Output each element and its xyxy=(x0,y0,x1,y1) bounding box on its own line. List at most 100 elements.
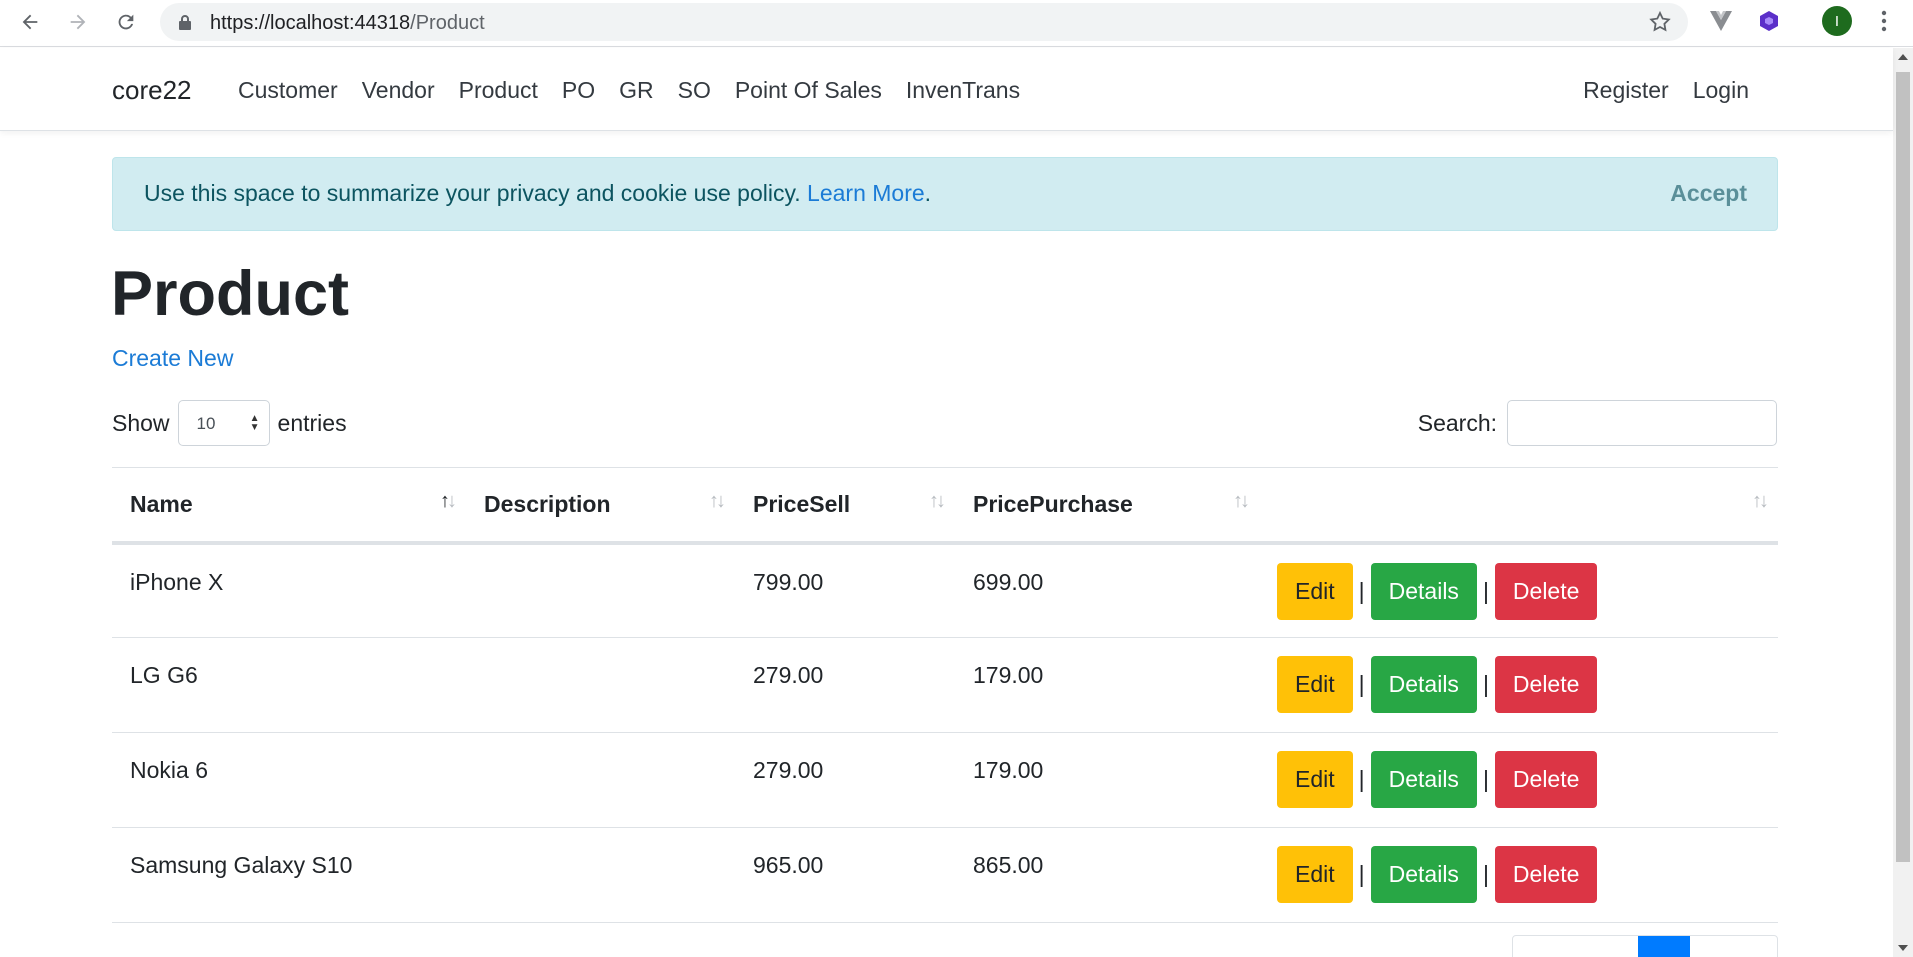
cell-actions: Edit | Details | Delete xyxy=(1259,637,1778,733)
lock-icon xyxy=(178,14,192,35)
cell-name: Samsung Galaxy S10 xyxy=(112,827,466,923)
table-row: LG G6 279.00 179.00 Edit | Details | Delete xyxy=(112,637,1778,733)
nav-point-of-sales[interactable]: Point Of Sales xyxy=(735,77,882,104)
header-pricesell[interactable]: PriceSell ↑↓ xyxy=(735,467,955,545)
table-header-row: Name ↑↓ Description ↑↓ PriceSell ↑↓ PricePu… xyxy=(112,467,1778,545)
pagination-active-page[interactable] xyxy=(1638,936,1690,957)
cell-description xyxy=(466,827,735,923)
separator: | xyxy=(1482,766,1489,792)
create-new-link[interactable]: Create New xyxy=(112,345,233,372)
table-search: Search: xyxy=(1418,400,1777,446)
cell-pricesell: 279.00 xyxy=(735,637,955,733)
sort-icon: ↑↓ xyxy=(1233,490,1250,512)
page-scrollbar[interactable] xyxy=(1893,48,1913,957)
separator: | xyxy=(1358,766,1365,792)
edit-button[interactable]: Edit xyxy=(1277,562,1353,620)
nav-po[interactable]: PO xyxy=(562,77,595,104)
nav-login[interactable]: Login xyxy=(1693,77,1749,104)
separator: | xyxy=(1358,577,1365,604)
nav-customer[interactable]: Customer xyxy=(238,77,338,104)
cell-pricesell: 965.00 xyxy=(735,827,955,923)
table-row: Nokia 6 279.00 179.00 Edit | Details | Delet… xyxy=(112,732,1778,828)
sort-icon: ↑↓ xyxy=(1752,490,1769,512)
table-row: iPhone X 799.00 699.00 Edit | Details | Dele… xyxy=(112,542,1778,638)
nav-register[interactable]: Register xyxy=(1583,77,1669,104)
cookie-consent-alert: Use this space to summarize your privacy… xyxy=(112,157,1778,231)
cell-description xyxy=(466,732,735,828)
edit-button[interactable]: Edit xyxy=(1277,751,1353,808)
bookmark-star-icon[interactable] xyxy=(1648,10,1672,39)
search-label: Search: xyxy=(1417,409,1497,436)
back-icon[interactable] xyxy=(14,6,46,38)
cell-pricepurchase: 699.00 xyxy=(955,542,1259,638)
pagination xyxy=(1512,935,1778,957)
cell-name: iPhone X xyxy=(112,542,466,638)
entries-per-page-select[interactable]: 10 xyxy=(177,400,270,446)
browser-menu-icon[interactable] xyxy=(1872,6,1896,36)
nav-product[interactable]: Product xyxy=(459,77,538,104)
nav-vendor[interactable]: Vendor xyxy=(362,77,435,104)
scrollbar-thumb[interactable] xyxy=(1896,72,1910,862)
app-navbar: core22 Customer Vendor Product PO GR SO … xyxy=(0,48,1893,131)
edit-button[interactable]: Edit xyxy=(1277,656,1353,713)
cell-pricesell: 799.00 xyxy=(735,542,955,638)
separator: | xyxy=(1482,861,1489,887)
scroll-down-icon[interactable] xyxy=(1898,945,1908,951)
sort-asc-icon: ↑↓ xyxy=(440,490,457,512)
nav-links: Customer Vendor Product PO GR SO Point O… xyxy=(238,77,1044,104)
brand-link[interactable]: core22 xyxy=(112,75,192,106)
vuejs-extension-icon[interactable] xyxy=(1706,6,1736,36)
details-button[interactable]: Details xyxy=(1370,562,1477,620)
address-bar[interactable]: https://localhost:44318/Product xyxy=(160,3,1688,41)
sort-icon: ↑↓ xyxy=(709,490,726,512)
separator: | xyxy=(1358,861,1365,887)
reload-icon[interactable] xyxy=(110,6,142,38)
search-input[interactable] xyxy=(1507,400,1777,446)
details-button[interactable]: Details xyxy=(1370,846,1477,903)
scroll-up-icon[interactable] xyxy=(1898,54,1908,60)
cell-description xyxy=(466,637,735,733)
browser-toolbar: https://localhost:44318/Product I xyxy=(0,0,1913,47)
product-table: Name ↑↓ Description ↑↓ PriceSell ↑↓ PricePu… xyxy=(112,467,1778,923)
edit-button[interactable]: Edit xyxy=(1277,846,1353,903)
delete-button[interactable]: Delete xyxy=(1494,656,1598,713)
delete-button[interactable]: Delete xyxy=(1494,751,1598,808)
header-pricepurchase[interactable]: PricePurchase ↑↓ xyxy=(955,467,1259,545)
header-name[interactable]: Name ↑↓ xyxy=(112,467,466,545)
cell-name: Nokia 6 xyxy=(112,732,466,828)
header-actions[interactable]: ↑↓ xyxy=(1259,467,1778,545)
delete-button[interactable]: Delete xyxy=(1494,562,1598,620)
header-description[interactable]: Description ↑↓ xyxy=(466,467,735,545)
table-row: Samsung Galaxy S10 965.00 865.00 Edit | De… xyxy=(112,827,1778,923)
cell-pricepurchase: 865.00 xyxy=(955,827,1259,923)
separator: | xyxy=(1358,671,1365,697)
nav-so[interactable]: SO xyxy=(678,77,711,104)
nav-gr[interactable]: GR xyxy=(619,77,654,104)
nav-account-links: Register Login xyxy=(1559,77,1749,104)
cell-pricepurchase: 179.00 xyxy=(955,732,1259,828)
forward-icon[interactable] xyxy=(62,6,94,38)
details-button[interactable]: Details xyxy=(1370,751,1477,808)
separator: | xyxy=(1482,671,1489,697)
cell-description xyxy=(466,542,735,638)
cell-actions: Edit | Details | Delete xyxy=(1259,827,1778,923)
cookie-message: Use this space to summarize your privacy… xyxy=(144,180,931,207)
separator: | xyxy=(1482,577,1489,604)
show-entries-control: Show 10 ▲ ▼ entries xyxy=(112,400,347,446)
show-label: Show xyxy=(112,409,170,436)
sort-icon: ↑↓ xyxy=(929,490,946,512)
cell-pricepurchase: 179.00 xyxy=(955,637,1259,733)
delete-button[interactable]: Delete xyxy=(1494,846,1598,903)
nav-inventrans[interactable]: InvenTrans xyxy=(906,77,1020,104)
url-text: https://localhost:44318/Product xyxy=(210,12,485,34)
accept-cookie-button[interactable]: Accept xyxy=(1670,180,1747,207)
cell-actions: Edit | Details | Delete xyxy=(1259,542,1778,638)
entries-label: entries xyxy=(277,409,347,436)
learn-more-link[interactable]: Learn More xyxy=(807,180,925,206)
extension-cube-icon[interactable] xyxy=(1754,6,1784,36)
cell-actions: Edit | Details | Delete xyxy=(1259,732,1778,828)
cookie-message-text: Use this space to summarize your privacy… xyxy=(144,180,801,206)
details-button[interactable]: Details xyxy=(1370,656,1477,713)
cell-pricesell: 279.00 xyxy=(735,732,955,828)
profile-avatar[interactable]: I xyxy=(1822,6,1852,36)
